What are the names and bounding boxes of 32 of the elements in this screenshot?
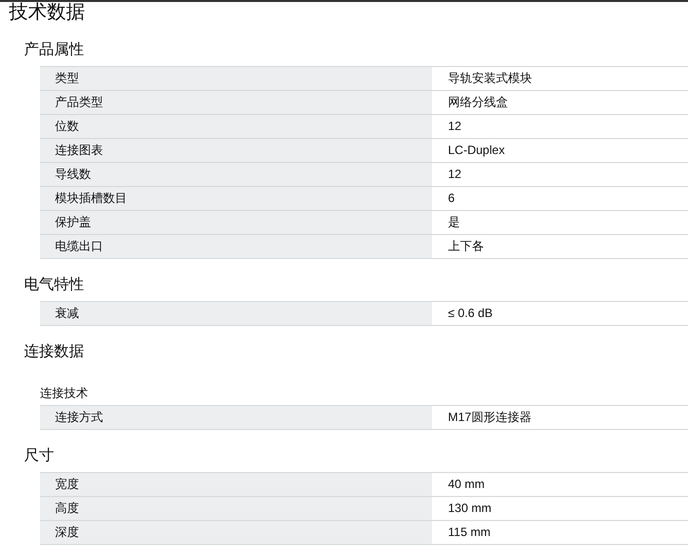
property-label: 深度 bbox=[40, 521, 432, 544]
property-label: 衰减 bbox=[40, 302, 432, 325]
property-value: 12 bbox=[447, 118, 462, 135]
section-heading: 电气特性 bbox=[24, 275, 85, 295]
property-label: 宽度 bbox=[40, 473, 432, 496]
property-value: 导轨安装式模块 bbox=[447, 70, 533, 87]
property-value: 12 bbox=[447, 166, 462, 183]
property-label: 连接方式 bbox=[40, 406, 432, 429]
property-value: 是 bbox=[447, 214, 461, 231]
property-value: 115 mm bbox=[447, 524, 492, 541]
property-value: 上下各 bbox=[447, 238, 485, 255]
property-value: ≤ 0.6 dB bbox=[447, 305, 494, 322]
section-heading: 产品属性 bbox=[24, 40, 85, 60]
section-heading: 尺寸 bbox=[24, 446, 55, 466]
property-value: 6 bbox=[447, 190, 456, 207]
property-label: 模块插槽数目 bbox=[40, 187, 432, 210]
property-label: 高度 bbox=[40, 497, 432, 520]
property-value: M17圆形连接器 bbox=[447, 409, 532, 426]
property-label: 保护盖 bbox=[40, 211, 432, 234]
property-value: 网络分线盒 bbox=[447, 94, 509, 111]
property-value: 130 mm bbox=[447, 500, 492, 517]
property-value: 40 mm bbox=[447, 476, 486, 493]
property-label: 产品类型 bbox=[40, 91, 432, 114]
property-label: 导线数 bbox=[40, 163, 432, 186]
property-label: 连接图表 bbox=[40, 139, 432, 162]
subsection-heading: 连接技术 bbox=[40, 385, 89, 402]
property-label: 位数 bbox=[40, 115, 432, 138]
property-label: 电缆出口 bbox=[40, 235, 432, 258]
section-heading: 连接数据 bbox=[24, 342, 85, 362]
page-title: 技术数据 bbox=[9, 2, 86, 24]
property-value: LC-Duplex bbox=[447, 142, 506, 159]
property-label: 类型 bbox=[40, 67, 432, 90]
